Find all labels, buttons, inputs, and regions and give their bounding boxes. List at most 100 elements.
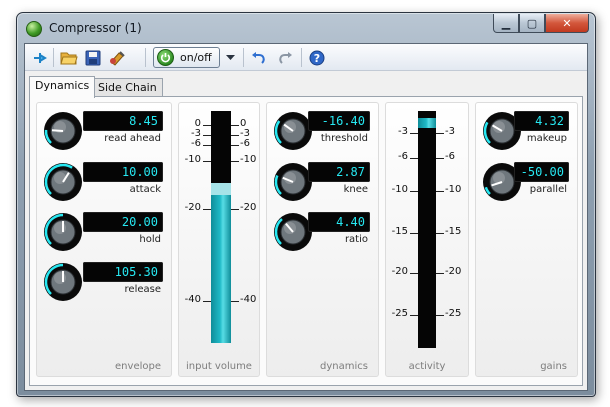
minimize-button[interactable]: ▁ — [493, 14, 519, 33]
toolbar: on/off ? — [25, 44, 587, 71]
input-volume-meter[interactable]: 0 0 -3 -3 -6 -6 -10 -10 -20 -20 -40 -40 — [179, 103, 261, 378]
knob-dial[interactable] — [273, 212, 313, 252]
scale-tick — [231, 209, 239, 210]
window-controls: ▁ ▢ ✕ — [493, 14, 589, 33]
preset-icon[interactable] — [107, 48, 127, 67]
scale-tick — [436, 158, 444, 159]
dropdown-arrow-icon[interactable] — [223, 48, 237, 67]
input-volume-panel: 0 0 -3 -3 -6 -6 -10 -10 -20 -20 -40 -40 input volum… — [178, 102, 260, 377]
knob-label: threshold — [320, 133, 368, 144]
knob-label: ratio — [344, 234, 368, 245]
knob-label: release — [124, 284, 161, 295]
power-icon — [157, 49, 174, 66]
save-icon[interactable] — [83, 48, 103, 67]
toolbar-separator — [53, 48, 54, 67]
toolbar-separator — [145, 48, 146, 67]
value-display: 4.40 — [308, 212, 370, 232]
scale-tick — [410, 233, 418, 234]
scale-tick — [436, 133, 444, 134]
scale-tick — [410, 315, 418, 316]
toolbar-separator — [301, 48, 302, 67]
undo-icon[interactable] — [249, 48, 269, 67]
gains-panel: 4.32 makeup -50.00 parallel gains — [475, 102, 578, 377]
scale-tick — [436, 315, 444, 316]
scale-tick — [410, 133, 418, 134]
open-folder-icon[interactable] — [59, 48, 79, 67]
pin-icon[interactable] — [31, 48, 49, 67]
knob-ratio[interactable]: 4.40 ratio — [267, 212, 378, 254]
scale-label-left: -25 — [391, 308, 408, 319]
knob-dial[interactable] — [43, 212, 83, 252]
scale-label-right: -25 — [445, 308, 462, 319]
value-display: 20.00 — [83, 212, 163, 232]
panel-title: dynamics — [320, 361, 368, 372]
scale-label-right: -3 — [445, 126, 455, 137]
knob-hold[interactable]: 20.00 hold — [37, 212, 171, 254]
scale-label-left: -3 — [398, 126, 408, 137]
scale-tick — [436, 191, 444, 192]
knob-label: read ahead — [104, 133, 161, 144]
scale-tick — [203, 209, 211, 210]
panel-title: gains — [540, 361, 567, 372]
scale-label-left: -40 — [184, 294, 201, 305]
knob-label: makeup — [526, 133, 567, 144]
tab-strip: Dynamics Side Chain — [29, 76, 585, 98]
onoff-button[interactable]: on/off — [153, 47, 220, 68]
toolbar-separator — [243, 48, 244, 67]
window-title: Compressor (1) — [49, 21, 142, 35]
tab-side-chain[interactable]: Side Chain — [92, 78, 163, 97]
help-icon[interactable]: ? — [307, 48, 327, 67]
panel-title: activity — [408, 361, 446, 372]
scale-tick — [203, 301, 211, 302]
meter-fill — [211, 194, 231, 343]
scale-label-right: -20 — [240, 202, 257, 213]
knob-parallel[interactable]: -50.00 parallel — [476, 162, 577, 204]
scale-tick — [203, 161, 211, 162]
knob-threshold[interactable]: -16.40 threshold — [267, 111, 378, 153]
knob-makeup[interactable]: 4.32 makeup — [476, 111, 577, 153]
scale-label-left: -6 — [398, 151, 408, 162]
knob-dial[interactable] — [273, 111, 313, 151]
scale-label-right: -20 — [445, 266, 462, 277]
maximize-button[interactable]: ▢ — [519, 14, 545, 33]
knob-attack[interactable]: 10.00 attack — [37, 162, 171, 204]
redo-icon[interactable] — [275, 48, 295, 67]
value-display: 105.30 — [83, 262, 163, 282]
tab-dynamics[interactable]: Dynamics — [29, 76, 96, 98]
knob-dial[interactable] — [43, 162, 83, 202]
knob-release[interactable]: 105.30 release — [37, 262, 171, 304]
scale-tick — [231, 161, 239, 162]
scale-tick — [436, 233, 444, 234]
value-display: -50.00 — [514, 162, 569, 182]
knob-dial[interactable] — [273, 162, 313, 202]
scale-tick — [203, 135, 211, 136]
knob-dial[interactable] — [43, 111, 83, 151]
knob-read-ahead[interactable]: 8.45 read ahead — [37, 111, 171, 153]
activity-meter: -3 -3 -6 -6 -10 -10 -15 -15 -20 -20 -25 -25 — [386, 103, 470, 378]
scale-tick — [203, 125, 211, 126]
compressor-window: Compressor (1) ▁ ▢ ✕ on/off ? Dynamics S… — [16, 12, 596, 397]
knob-dial[interactable] — [43, 262, 83, 302]
knob-label: knee — [343, 184, 368, 195]
value-display: -16.40 — [308, 111, 370, 131]
scale-label-left: -10 — [391, 184, 408, 195]
scale-label-right: -6 — [445, 151, 455, 162]
svg-text:?: ? — [314, 52, 320, 65]
scale-tick — [410, 158, 418, 159]
dynamics-panel: -16.40 threshold 2.87 knee 4.40 ratio dy… — [266, 102, 379, 377]
scale-tick — [231, 135, 239, 136]
scale-label-left: -6 — [191, 138, 201, 149]
knob-label: parallel — [529, 184, 567, 195]
value-display: 8.45 — [83, 111, 163, 131]
activity-panel: -3 -3 -6 -6 -10 -10 -15 -15 -20 -20 -25 -25 activit… — [385, 102, 469, 377]
value-display: 4.32 — [514, 111, 569, 131]
knob-knee[interactable]: 2.87 knee — [267, 162, 378, 204]
scale-label-left: -15 — [391, 226, 408, 237]
title-bar[interactable]: Compressor (1) ▁ ▢ ✕ — [17, 13, 595, 43]
scale-tick — [231, 125, 239, 126]
scale-label-left: -20 — [391, 266, 408, 277]
close-button[interactable]: ✕ — [545, 14, 589, 33]
client-area: on/off ? Dynamics Side Chain 8.45 read a… — [24, 43, 588, 391]
meter-track — [418, 111, 436, 348]
app-icon — [26, 21, 42, 37]
